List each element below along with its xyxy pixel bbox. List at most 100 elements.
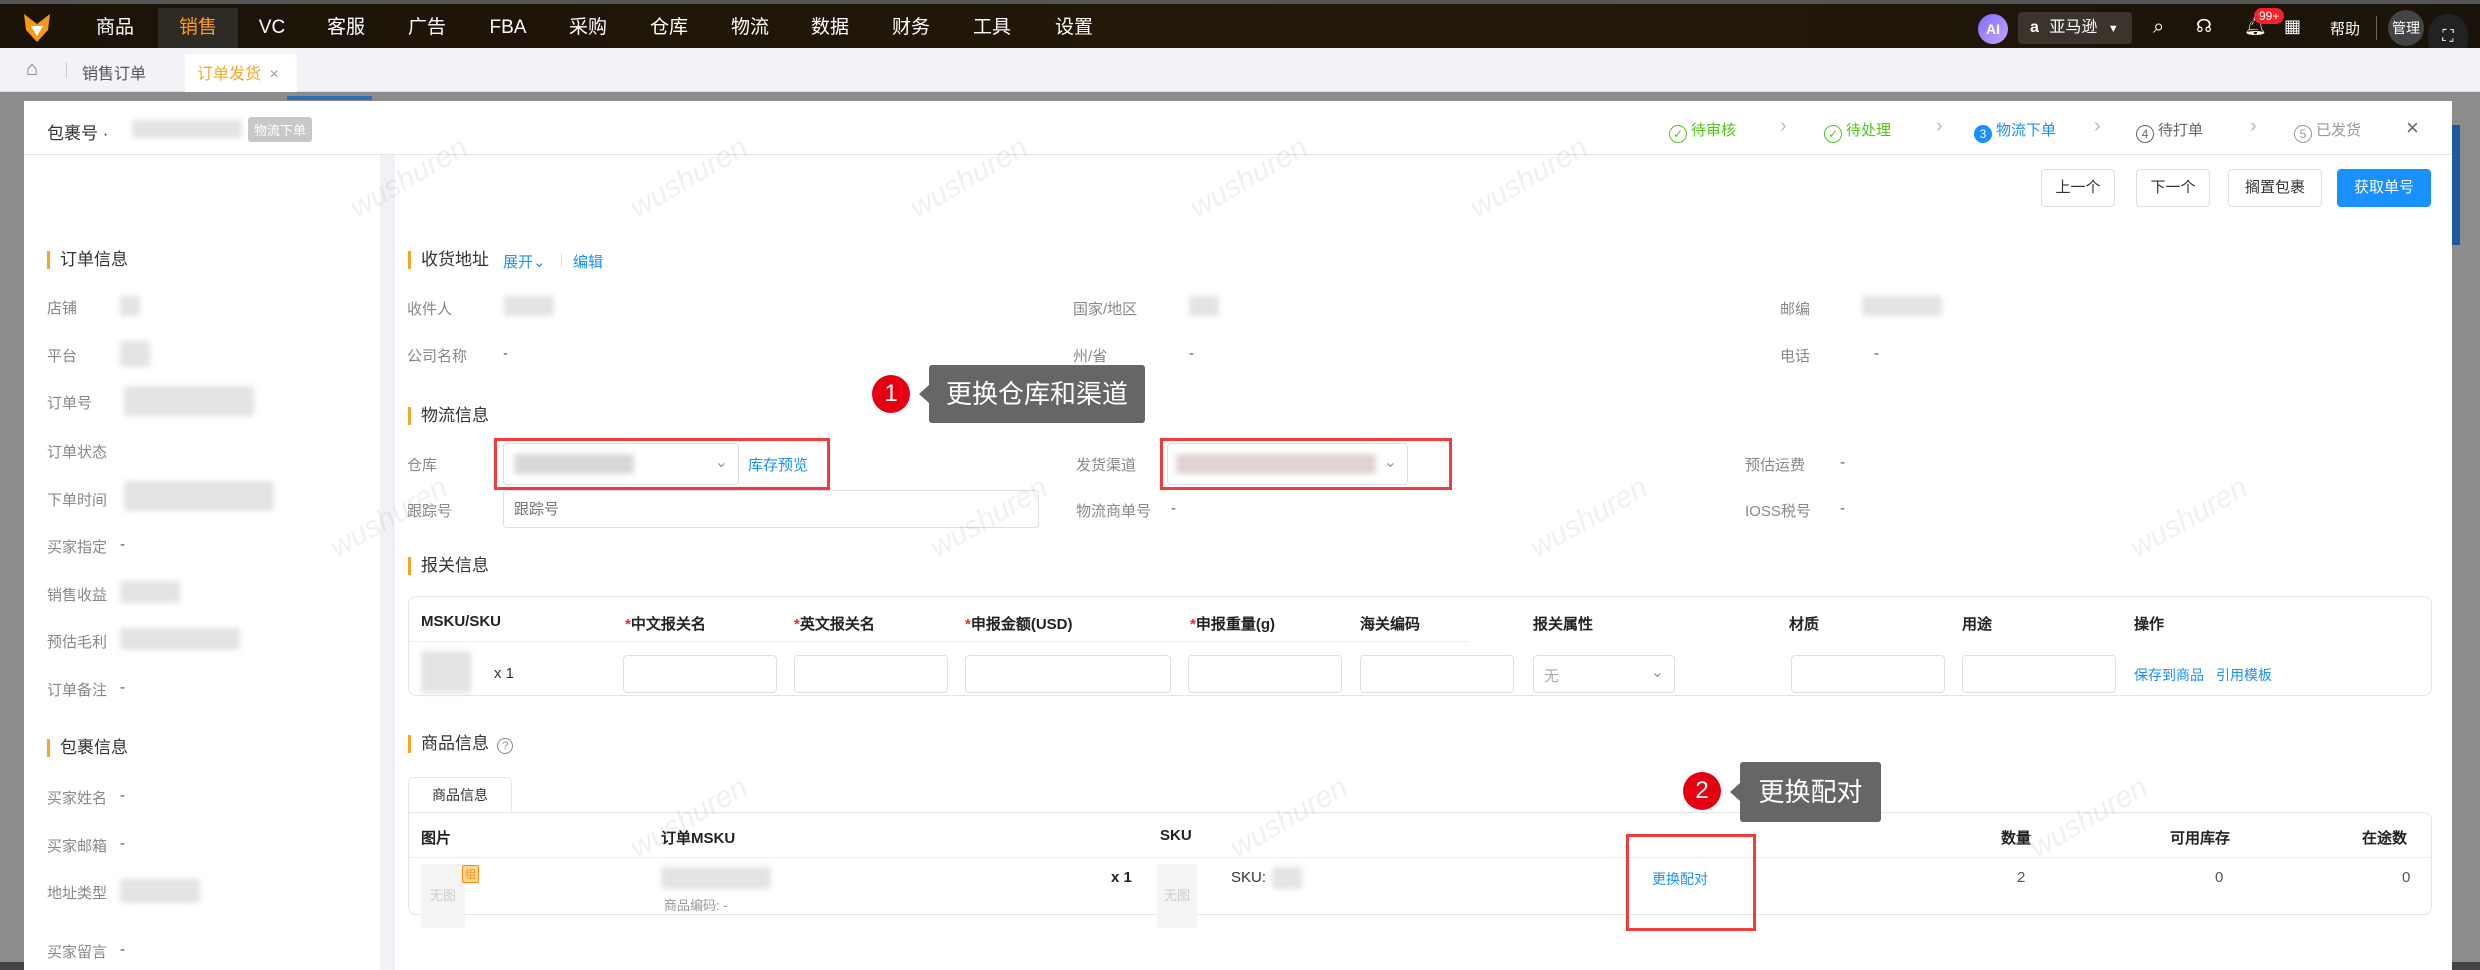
step-pending-print: 4 待打单 [2136,119,2203,143]
divider [66,62,67,78]
state-value: - [1189,345,1194,362]
nav-item-logistics[interactable]: 物流 [710,8,790,52]
tab-order-shipping[interactable]: 订单发货 × [185,54,297,92]
column-header: 数量 [2001,830,2032,847]
cn-customs-name-input[interactable] [623,655,777,693]
sku-image-placeholder: 无图 [1157,864,1197,928]
carrier-no-value: - [1171,500,1176,517]
country-value [1189,296,1219,316]
save-to-product-link[interactable]: 保存到商品 [2134,665,2204,685]
usage-input[interactable] [1962,655,2116,693]
step-number-icon: 5 [2294,125,2312,143]
marketplace-dropdown[interactable]: a 亚马逊 ▼ [2018,12,2132,44]
step-pending-process: ✓ 待处理 [1824,119,1891,143]
address-title: 收货地址 [408,251,489,269]
package-info-title: 包裹信息 [47,739,128,757]
edit-link[interactable]: 编辑 [573,251,603,272]
ai-button[interactable]: AI [1978,14,2008,44]
nav-item-finance[interactable]: 财务 [871,8,951,52]
watermark: wushuren [2124,470,2254,565]
close-icon[interactable]: × [2406,115,2419,141]
column-header: 用途 [1962,616,1993,633]
use-template-link[interactable]: 引用模板 [2216,665,2272,685]
declared-value-input[interactable] [965,655,1171,693]
nav-item-fba[interactable]: FBA [468,8,548,52]
step-number-icon: 3 [1974,125,1992,143]
expand-link[interactable]: 展开⌄ [503,251,546,272]
divider [409,641,1469,642]
buyer-message-value: - [120,941,125,958]
declared-weight-input[interactable] [1188,655,1342,693]
nav-item-tools[interactable]: 工具 [952,8,1032,52]
amazon-icon: a [2030,19,2039,36]
column-header: 报关属性 [1533,616,1594,633]
chevron-right-icon: › [2250,115,2257,137]
products-title: 商品信息 ? [408,735,514,754]
home-icon[interactable]: ⌂ [26,58,38,81]
divider [409,857,2431,858]
nav-item-vc[interactable]: VC [232,8,312,52]
material-input[interactable] [1791,655,1945,693]
column-header: 操作 [2134,616,2165,633]
buyer-name-value: - [120,787,125,804]
product-qty-multiplier: x 1 [1111,869,1132,886]
next-button[interactable]: 下一个 [2136,169,2210,207]
step-pending-review: ✓ 待审核 [1669,119,1736,143]
column-header: 可用库存 [2170,830,2231,847]
chevron-down-icon: ⌄ [533,254,546,271]
buyer-email-value: - [120,835,125,852]
tab-sales-orders[interactable]: 销售订单 [82,60,146,84]
tab-bar: ⌂ 销售订单 订单发货 × [0,48,2480,92]
tab-label: 订单发货 [197,66,262,83]
nav-item-warehouse[interactable]: 仓库 [629,8,709,52]
en-customs-name-input[interactable] [794,655,948,693]
channel-label: 发货渠道 [1076,457,1137,474]
check-circle-icon: ✓ [1824,125,1842,143]
search-icon[interactable]: ⌕ [2153,16,2164,39]
field-label: 地址类型 [47,885,108,902]
hold-package-button[interactable]: 搁置包裹 [2228,169,2322,207]
logistics-title: 物流信息 [408,407,489,425]
column-header: SKU [1160,827,1192,844]
nav-item-settings[interactable]: 设置 [1034,8,1114,52]
nav-item-sales[interactable]: 销售 [158,8,238,52]
scrollbar[interactable] [2452,125,2460,245]
est-profit-value [120,628,240,650]
close-icon[interactable]: × [269,66,278,83]
field-label: 订单状态 [47,444,108,461]
order-time-value [124,481,274,511]
top-navigation: 商品 销售 VC 客服 广告 FBA 采购 仓库 物流 数据 财务 工具 设置 … [0,0,2480,60]
nav-item-products[interactable]: 商品 [75,8,155,52]
column-header: 海关编码 [1360,616,1421,633]
recipient-value [504,296,554,316]
apps-grid-icon[interactable]: ▦ [2284,16,2301,37]
help-circle-icon[interactable]: ? [497,738,514,754]
prev-button[interactable]: 上一个 [2041,169,2115,207]
modal-header: 包裹号 · 物流下单 ✓ 待审核 › ✓ 待处理 › 3 物流下单 › 4 待打单 › … [24,101,2452,155]
customs-attr-select[interactable]: 无 ⌄ [1533,655,1675,693]
in-transit-value: 0 [2402,869,2411,886]
ioss-value: - [1840,500,1845,517]
panel-divider [380,155,395,970]
hs-code-input[interactable] [1360,655,1514,693]
nav-item-service[interactable]: 客服 [306,8,386,52]
field-label: 买家留言 [47,944,108,961]
logo-icon[interactable] [22,12,52,44]
phone-label: 电话 [1780,348,1811,365]
help-link[interactable]: 帮助 [2330,18,2360,39]
column-header: 订单MSKU [661,830,736,847]
field-label: 买家指定 [47,539,108,556]
fetch-tracking-button[interactable]: 获取单号 [2337,169,2431,207]
tracking-input[interactable] [503,490,1039,528]
tab-product-info[interactable]: 商品信息 [408,777,512,813]
admin-avatar[interactable]: 管理 [2388,10,2424,46]
order-ship-modal: 包裹号 · 物流下单 ✓ 待审核 › ✓ 待处理 › 3 物流下单 › 4 待打单 › … [24,101,2452,970]
field-label: 平台 [47,348,78,365]
tracking-label: 跟踪号 [407,503,453,520]
column-header: 在途数 [2362,830,2408,847]
chevron-right-icon: › [1780,115,1787,137]
nav-item-purchase[interactable]: 采购 [548,8,628,52]
headset-icon[interactable]: ☊ [2196,16,2212,37]
nav-item-ads[interactable]: 广告 [387,8,467,52]
nav-item-data[interactable]: 数据 [790,8,870,52]
